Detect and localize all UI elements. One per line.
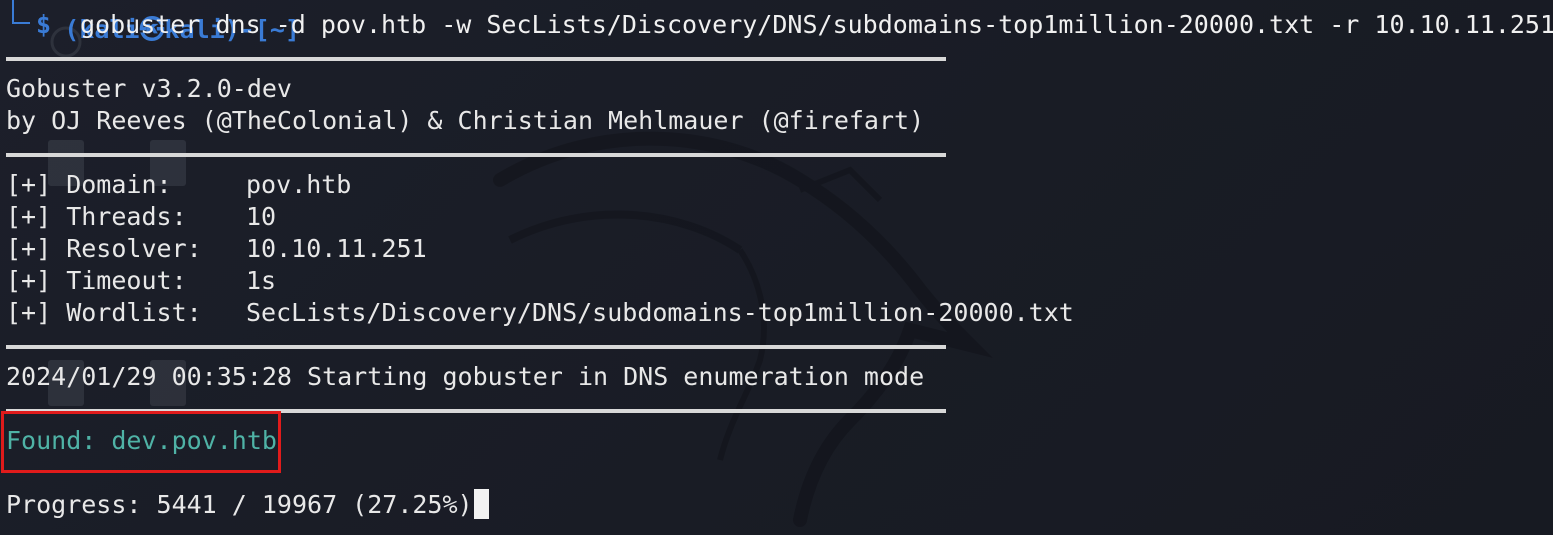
- command-line: gobuster dns -d pov.htb -w SecLists/Disc…: [80, 10, 1553, 39]
- option-domain-value: pov.htb: [246, 170, 352, 199]
- terminal-window[interactable]: (kali㉿kali)-[~] $ gobuster dns -d pov.ht…: [0, 0, 1553, 535]
- option-threads-label: [+] Threads:: [6, 202, 187, 231]
- option-domain-label: [+] Domain:: [6, 170, 172, 199]
- option-timeout-value: 1s: [246, 266, 277, 295]
- banner-authors: by OJ Reeves (@TheColonial) & Christian …: [6, 106, 925, 135]
- found-highlight-box: [1, 411, 281, 473]
- text-cursor: [473, 489, 489, 519]
- progress-line: Progress: 5441 / 19967 (27.25%): [6, 489, 489, 521]
- banner-title: Gobuster v3.2.0-dev: [6, 74, 292, 103]
- prompt-corner-connector: [12, 0, 30, 24]
- option-threads-value: 10: [246, 202, 277, 231]
- option-timeout-label: [+] Timeout:: [6, 266, 187, 295]
- separator-rule: [6, 57, 946, 61]
- start-message: 2024/01/29 00:35:28 Starting gobuster in…: [6, 362, 925, 391]
- prompt-symbol: $: [36, 10, 52, 39]
- separator-rule: [6, 345, 946, 349]
- separator-rule: [6, 153, 946, 157]
- option-resolver-label: [+] Resolver:: [6, 234, 202, 263]
- option-wordlist-label: [+] Wordlist:: [6, 298, 202, 327]
- progress-text: Progress: 5441 / 19967 (27.25%): [6, 490, 473, 519]
- option-wordlist-value: SecLists/Discovery/DNS/subdomains-top1mi…: [246, 298, 1074, 327]
- option-resolver-value: 10.10.11.251: [246, 234, 427, 263]
